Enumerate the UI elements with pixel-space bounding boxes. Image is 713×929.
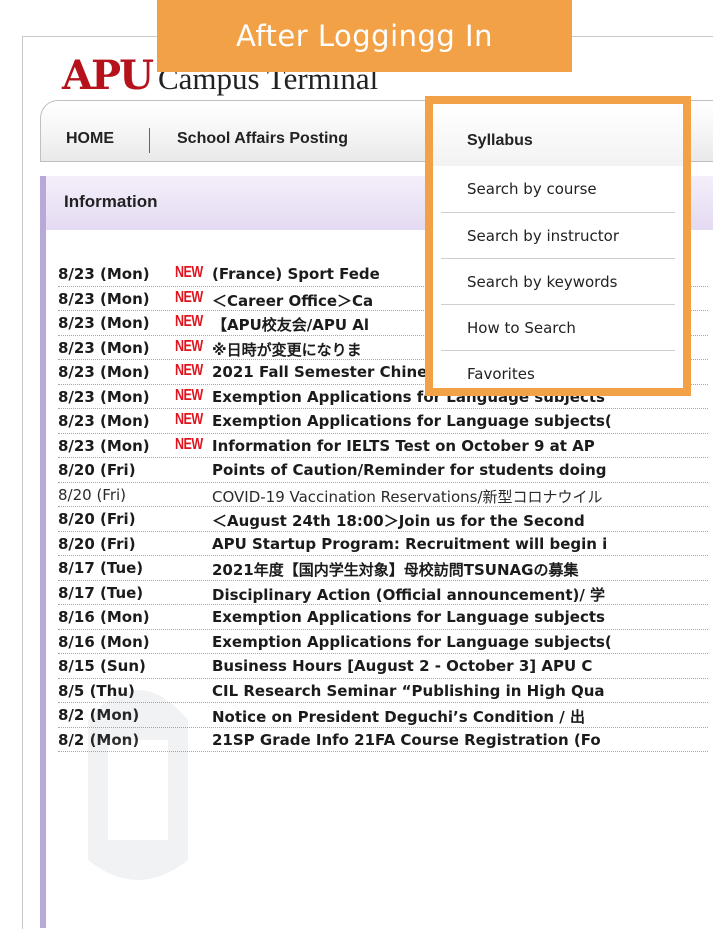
new-badge: NEW [175, 287, 203, 306]
menu-item-how-to-search[interactable]: How to Search [441, 304, 675, 351]
new-badge: NEW [175, 263, 203, 281]
after-login-callout: After Loggingg In [157, 0, 572, 72]
news-date: 8/20 (Fri) [58, 534, 136, 553]
menu-item-favorites[interactable]: Favorites [441, 350, 675, 389]
menu-item-label: Search by keywords [467, 273, 618, 291]
apu-logo-mark: APU [62, 52, 154, 99]
watermark-logo-icon [88, 690, 188, 880]
menu-item-search-by-instructor[interactable]: Search by instructor [441, 212, 675, 259]
news-row[interactable]: 8/17 (Tue) 2021年度【国内学生対象】母校訪問TSUNAGの募集 [58, 556, 708, 581]
news-date: 8/17 (Tue) [58, 559, 144, 577]
news-date: 8/23 (Mon) [58, 436, 150, 455]
syllabus-menu-header[interactable]: Syllabus [433, 104, 683, 166]
news-date: 8/17 (Tue) [58, 583, 144, 602]
news-date: 8/23 (Mon) [58, 363, 150, 381]
new-badge: NEW [175, 336, 203, 355]
news-date: 8/23 (Mon) [58, 289, 150, 308]
menu-item-label: Search by instructor [467, 227, 619, 245]
menu-item-label: How to Search [467, 319, 576, 337]
menu-item-search-by-course[interactable]: Search by course [441, 166, 675, 212]
news-title-link[interactable]: APU Startup Program: Recruitment will be… [212, 535, 607, 553]
news-date: 8/23 (Mon) [58, 387, 150, 406]
syllabus-dropdown-menu: Syllabus Search by course Search by inst… [425, 96, 691, 396]
news-title-link[interactable]: 2021年度【国内学生対象】母校訪問TSUNAGの募集 [212, 559, 578, 580]
new-badge: NEW [175, 361, 203, 379]
news-title-link[interactable]: Information for IELTS Test on October 9 … [212, 437, 595, 455]
news-title-link[interactable]: ※日時が変更になりま [212, 339, 362, 360]
news-date: 8/23 (Mon) [58, 338, 150, 357]
news-title-link[interactable]: Points of Caution/Reminder for students … [212, 461, 607, 479]
callout-label: After Loggingg In [236, 19, 493, 53]
news-title-link[interactable]: CIL Research Seminar “Publishing in High… [212, 682, 605, 700]
news-row[interactable]: 8/20 (Fri) APU Startup Program: Recruitme… [58, 532, 708, 556]
new-badge: NEW [175, 385, 203, 404]
news-date: 8/20 (Fri) [58, 485, 127, 504]
information-heading: Information [64, 192, 158, 211]
news-row[interactable]: 8/23 (Mon) NEW Information for IELTS Test … [58, 434, 708, 458]
news-row[interactable]: 8/20 (Fri) Points of Caution/Reminder for… [58, 458, 708, 483]
news-date: 8/16 (Mon) [58, 608, 150, 626]
news-title-link[interactable]: ＜Career Office＞Ca [212, 290, 373, 311]
news-title-link[interactable]: Disciplinary Action (Official announceme… [212, 584, 605, 605]
news-row[interactable]: 8/17 (Tue) Disciplinary Action (Official … [58, 581, 708, 605]
nav-separator [149, 128, 150, 153]
news-row[interactable]: 8/16 (Mon) Exemption Applications for Lan… [58, 630, 708, 654]
news-date: 8/23 (Mon) [58, 265, 150, 283]
new-badge: NEW [175, 434, 203, 453]
news-row[interactable]: 8/20 (Fri) ＜August 24th 18:00＞Join us for… [58, 507, 708, 532]
news-title-link[interactable]: COVID-19 Vaccination Reservations/新型コロナウ… [212, 486, 603, 507]
news-row[interactable]: 8/23 (Mon) NEW Exemption Applications for … [58, 409, 708, 434]
news-title-link[interactable]: (France) Sport Fede [212, 265, 380, 283]
new-badge: NEW [175, 410, 203, 428]
news-date: 8/20 (Fri) [58, 461, 136, 479]
menu-item-search-by-keywords[interactable]: Search by keywords [441, 258, 675, 305]
news-date: 8/20 (Fri) [58, 510, 136, 528]
news-title-link[interactable]: 【APU校友会/APU Al [212, 314, 369, 335]
news-title-link[interactable]: Business Hours [August 2 - October 3] AP… [212, 657, 592, 675]
nav-home[interactable]: HOME [66, 130, 114, 148]
nav-syllabus: Syllabus [467, 132, 533, 149]
news-date: 8/16 (Mon) [58, 632, 150, 651]
news-row[interactable]: 8/20 (Fri) COVID-19 Vaccination Reservati… [58, 483, 708, 507]
news-date: 8/23 (Mon) [58, 314, 150, 332]
new-badge: NEW [175, 312, 203, 330]
nav-school-affairs-posting[interactable]: School Affairs Posting [177, 130, 348, 148]
news-title-link[interactable]: Exemption Applications for Language subj… [212, 608, 605, 626]
news-date: 8/23 (Mon) [58, 412, 150, 430]
news-title-link[interactable]: Exemption Applications for Language subj… [212, 633, 612, 651]
news-title-link[interactable]: 21SP Grade Info 21FA Course Registration… [212, 731, 601, 749]
news-title-link[interactable]: Notice on President Deguchi’s Condition … [212, 706, 585, 727]
menu-item-label: Favorites [467, 365, 535, 383]
news-title-link[interactable]: ＜August 24th 18:00＞Join us for the Secon… [212, 510, 585, 531]
news-title-link[interactable]: Exemption Applications for Language subj… [212, 412, 612, 430]
news-row[interactable]: 8/16 (Mon) Exemption Applications for Lan… [58, 605, 708, 630]
menu-item-label: Search by course [467, 180, 597, 198]
